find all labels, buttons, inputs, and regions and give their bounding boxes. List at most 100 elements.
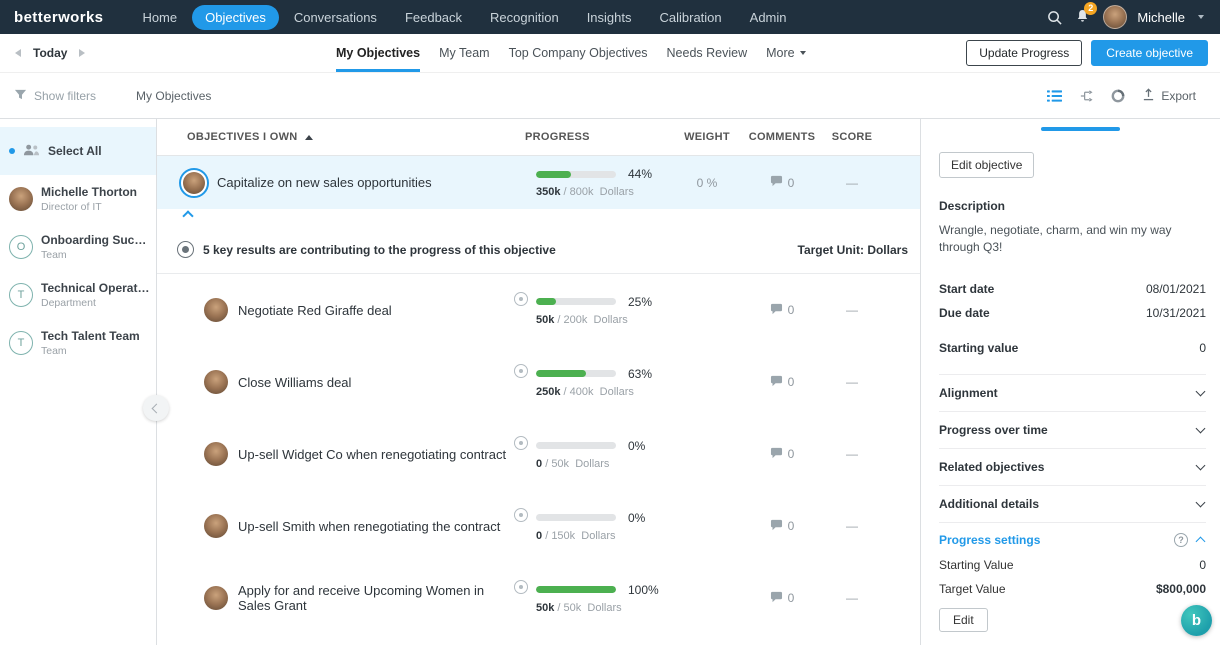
key-result-row[interactable]: Close Williams deal 63% 250k / 400k Doll… <box>157 346 920 418</box>
nav-admin[interactable]: Admin <box>737 5 800 30</box>
progress-values: 50k / 200k Dollars <box>536 314 652 326</box>
ps-target-value-row: Target Value $800,000 <box>939 582 1206 596</box>
alignment-icon[interactable] <box>514 364 528 378</box>
nav-calibration[interactable]: Calibration <box>647 5 735 30</box>
due-date-row: Due date 10/31/2021 <box>939 306 1206 320</box>
avatar <box>204 298 228 322</box>
edit-objective-button[interactable]: Edit objective <box>939 152 1034 178</box>
owners-sidebar: Select All Michelle Thorton Director of … <box>0 119 157 645</box>
sidebar-item-select-all[interactable]: Select All <box>0 127 156 175</box>
section-progress-settings[interactable]: Progress settings ? <box>939 522 1206 558</box>
user-name[interactable]: Michelle <box>1137 10 1185 25</box>
objectives-table: OBJECTIVES I OWN PROGRESS WEIGHT COMMENT… <box>157 119 920 645</box>
comments-count[interactable]: 0 <box>770 375 795 390</box>
section-progress-over-time[interactable]: Progress over time <box>939 411 1206 448</box>
start-date-label: Start date <box>939 282 994 296</box>
update-progress-button[interactable]: Update Progress <box>966 40 1082 66</box>
key-result-title[interactable]: Negotiate Red Giraffe deal <box>238 303 392 318</box>
notifications-button[interactable]: 2 <box>1075 8 1090 27</box>
alignment-icon[interactable] <box>514 292 528 306</box>
weight-value: 0 % <box>697 176 718 190</box>
nav-objectives[interactable]: Objectives <box>192 5 279 30</box>
comment-bubble-icon <box>770 591 783 606</box>
donut-view-icon[interactable] <box>1111 89 1125 103</box>
alignment-icon[interactable] <box>514 436 528 450</box>
nav-recognition[interactable]: Recognition <box>477 5 572 30</box>
comments-count[interactable]: 0 <box>770 303 795 318</box>
chevron-down-icon[interactable] <box>1198 15 1204 19</box>
help-icon[interactable]: ? <box>1174 533 1188 547</box>
key-result-title[interactable]: Up-sell Smith when renegotiating the con… <box>238 519 500 534</box>
start-date-row: Start date 08/01/2021 <box>939 282 1206 296</box>
nav-conversations[interactable]: Conversations <box>281 5 390 30</box>
create-objective-button[interactable]: Create objective <box>1091 40 1208 66</box>
key-result-row[interactable]: Up-sell Smith when renegotiating the con… <box>157 490 920 562</box>
nav-feedback[interactable]: Feedback <box>392 5 475 30</box>
objective-row[interactable]: Capitalize on new sales opportunities 44… <box>157 156 920 209</box>
comments-count[interactable]: 0 <box>770 519 795 534</box>
key-result-row[interactable]: Apply for and receive Upcoming Women in … <box>157 562 920 634</box>
avatar <box>204 586 228 610</box>
nav-insights[interactable]: Insights <box>574 5 645 30</box>
main-nav: Home Objectives Conversations Feedback R… <box>129 5 799 30</box>
chevron-down-icon <box>1196 423 1206 433</box>
comments-header: COMMENTS <box>742 131 822 143</box>
chat-launcher-button[interactable]: b <box>1181 605 1212 636</box>
alignment-icon[interactable] <box>514 580 528 594</box>
prev-date-arrow-icon[interactable] <box>15 49 21 57</box>
tab-more[interactable]: More <box>766 34 805 72</box>
key-result-row[interactable]: Up-sell Widget Co when renegotiating con… <box>157 418 920 490</box>
progress-values: 0 / 50k Dollars <box>536 458 645 470</box>
user-avatar[interactable] <box>1103 5 1127 29</box>
score-value: — <box>846 591 858 605</box>
key-result-title[interactable]: Up-sell Widget Co when renegotiating con… <box>238 447 506 462</box>
betterworks-logo[interactable]: betterworks <box>14 9 103 26</box>
ps-starting-value-label: Starting Value <box>939 558 1014 572</box>
chevron-down-icon <box>1196 460 1206 470</box>
section-additional-details[interactable]: Additional details <box>939 485 1206 522</box>
objective-title[interactable]: Capitalize on new sales opportunities <box>217 175 432 190</box>
tab-my-objectives[interactable]: My Objectives <box>336 34 420 72</box>
filter-funnel-icon <box>14 88 27 104</box>
start-date-value: 08/01/2021 <box>1146 282 1206 296</box>
sidebar-item-michelle-thorton[interactable]: Michelle Thorton Director of IT <box>0 175 156 223</box>
key-result-title[interactable]: Close Williams deal <box>238 375 351 390</box>
section-alignment[interactable]: Alignment <box>939 374 1206 411</box>
score-value: — <box>846 303 858 317</box>
sort-objectives-header[interactable]: OBJECTIVES I OWN <box>157 131 512 143</box>
sidebar-item-onboarding-success[interactable]: O Onboarding Succ... Team <box>0 223 156 271</box>
objectives-subheader: Today My Objectives My Team Top Company … <box>0 34 1220 73</box>
cascade-view-icon[interactable] <box>1079 89 1094 103</box>
tab-needs-review[interactable]: Needs Review <box>667 34 748 72</box>
score-value: — <box>846 519 858 533</box>
comment-bubble-icon <box>770 447 783 462</box>
sidebar-item-tech-talent-team[interactable]: T Tech Talent Team Team <box>0 319 156 367</box>
sidebar-item-label: Tech Talent Team <box>41 329 140 343</box>
tab-my-team[interactable]: My Team <box>439 34 489 72</box>
next-date-arrow-icon[interactable] <box>79 49 85 57</box>
list-view-icon[interactable] <box>1047 89 1062 103</box>
sidebar-item-technical-operations[interactable]: T Technical Operati... Department <box>0 271 156 319</box>
collapse-key-results-icon[interactable] <box>182 210 193 221</box>
export-button[interactable]: Export <box>1142 88 1196 104</box>
sidebar-item-label: Onboarding Succ... <box>41 233 150 247</box>
edit-progress-settings-button[interactable]: Edit <box>939 608 988 632</box>
comments-count[interactable]: 0 <box>770 591 795 606</box>
sidebar-item-label: Technical Operati... <box>41 281 150 295</box>
tab-top-company-objectives[interactable]: Top Company Objectives <box>509 34 648 72</box>
alignment-icon[interactable] <box>514 508 528 522</box>
nav-home[interactable]: Home <box>129 5 190 30</box>
table-header-row: OBJECTIVES I OWN PROGRESS WEIGHT COMMENT… <box>157 119 920 156</box>
section-related-objectives[interactable]: Related objectives <box>939 448 1206 485</box>
search-icon[interactable] <box>1047 10 1062 25</box>
key-result-row[interactable]: Negotiate Red Giraffe deal 25% 50k / 200… <box>157 274 920 346</box>
comments-count[interactable]: 0 <box>770 447 795 462</box>
initial-badge: O <box>9 235 33 259</box>
collapse-sidebar-button[interactable] <box>143 395 169 421</box>
sidebar-item-label: Select All <box>48 144 102 158</box>
show-filters-button[interactable]: Show filters <box>14 88 96 104</box>
key-result-title[interactable]: Apply for and receive Upcoming Women in … <box>238 583 512 613</box>
comments-count[interactable]: 0 <box>770 175 795 190</box>
objective-tabs: My Objectives My Team Top Company Object… <box>336 34 806 72</box>
panel-active-tab-indicator[interactable] <box>1041 127 1120 131</box>
